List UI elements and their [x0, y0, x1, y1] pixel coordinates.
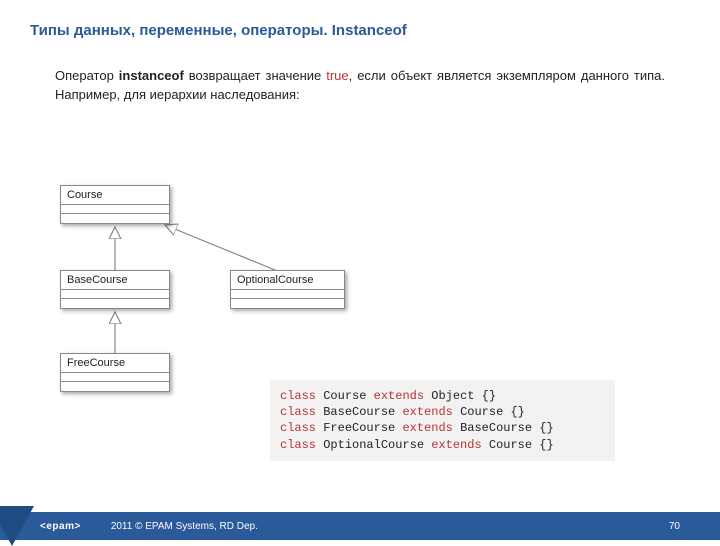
- code-braces: {}: [532, 421, 554, 435]
- code-braces: {}: [474, 389, 496, 403]
- code-ident: Object: [431, 389, 474, 403]
- uml-section: [61, 382, 169, 391]
- code-ident: FreeCourse: [323, 421, 395, 435]
- uml-section: [231, 299, 344, 308]
- uml-section: [61, 205, 169, 214]
- code-ident: BaseCourse: [460, 421, 532, 435]
- code-keyword: class: [280, 438, 316, 452]
- uml-section: [231, 290, 344, 299]
- uml-box-course: Course: [60, 185, 170, 224]
- code-ident: BaseCourse: [323, 405, 395, 419]
- uml-section: [61, 373, 169, 382]
- uml-box-freecourse: FreeCourse: [60, 353, 170, 392]
- text-fragment: возвращает значение: [184, 68, 326, 83]
- code-keyword: extends: [402, 421, 452, 435]
- code-ident: Course: [323, 389, 366, 403]
- logo-triangle-icon: [0, 506, 34, 546]
- code-block: class Course extends Object {} class Bas…: [270, 380, 615, 461]
- code-keyword: extends: [402, 405, 452, 419]
- uml-title: OptionalCourse: [231, 271, 344, 290]
- slide-title: Типы данных, переменные, операторы. Inst…: [0, 0, 720, 39]
- uml-title: FreeCourse: [61, 354, 169, 373]
- uml-section: [61, 214, 169, 223]
- footer-copyright: 2011 © EPAM Systems, RD Dep.: [111, 521, 258, 532]
- code-keyword: class: [280, 405, 316, 419]
- code-braces: {}: [503, 405, 525, 419]
- uml-section: [61, 290, 169, 299]
- body-paragraph: Оператор instanceof возвращает значение …: [0, 39, 720, 105]
- uml-box-basecourse: BaseCourse: [60, 270, 170, 309]
- code-keyword: class: [280, 421, 316, 435]
- page-number: 70: [669, 521, 680, 532]
- uml-title: BaseCourse: [61, 271, 169, 290]
- keyword-instanceof: instanceof: [119, 68, 184, 83]
- code-ident: Course: [489, 438, 532, 452]
- uml-section: [61, 299, 169, 308]
- code-keyword: extends: [374, 389, 424, 403]
- code-keyword: extends: [431, 438, 481, 452]
- logo: <epam>: [0, 512, 81, 540]
- code-ident: Course: [460, 405, 503, 419]
- code-braces: {}: [532, 438, 554, 452]
- code-keyword: class: [280, 389, 316, 403]
- text-fragment: Оператор: [55, 68, 119, 83]
- logo-text: <epam>: [40, 521, 81, 532]
- footer-bar: <epam> 2011 © EPAM Systems, RD Dep. 70: [0, 512, 720, 540]
- code-ident: OptionalCourse: [323, 438, 424, 452]
- uml-box-optionalcourse: OptionalCourse: [230, 270, 345, 309]
- keyword-true: true: [326, 68, 348, 83]
- uml-title: Course: [61, 186, 169, 205]
